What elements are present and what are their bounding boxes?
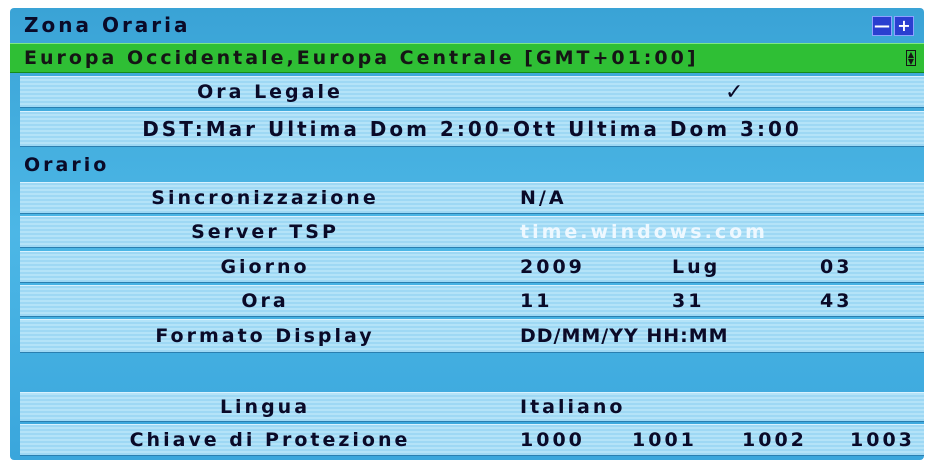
timezone-value: Europa Occidentale,Europa Centrale [GMT+… (24, 47, 699, 69)
timezone-header: Zona Oraria — + (10, 8, 924, 42)
sync-label: Sincronizzazione (151, 187, 379, 209)
timezone-title: Zona Oraria (24, 13, 191, 37)
timezone-select[interactable]: Europa Occidentale,Europa Centrale [GMT+… (10, 43, 924, 73)
day-value[interactable]: 03 (820, 256, 852, 278)
sync-value[interactable]: N/A (520, 187, 567, 209)
time-row[interactable]: Ora 11 31 43 (20, 285, 924, 317)
format-value[interactable]: DD/MM/YY HH:MM (520, 325, 729, 347)
server-row[interactable]: Server TSP time.windows.com (20, 216, 924, 248)
date-label: Giorno (220, 256, 310, 278)
clock-section-title: Orario (24, 154, 110, 176)
protection-key-2[interactable]: 1001 (632, 429, 697, 451)
clock-section: Orario (10, 151, 924, 179)
protection-key-1[interactable]: 1000 (520, 429, 585, 451)
dst-checkbox[interactable]: ✓ (725, 80, 746, 105)
language-value[interactable]: Italiano (520, 396, 625, 418)
dst-rule: DST:Mar Ultima Dom 2:00-Ott Ultima Dom 3… (142, 117, 802, 141)
minute-value[interactable]: 31 (672, 290, 704, 312)
month-value[interactable]: Lug (672, 256, 720, 278)
format-label: Formato Display (155, 325, 375, 347)
protection-label: Chiave di Protezione (129, 429, 411, 451)
protection-row[interactable]: Chiave di Protezione 1000 1001 1002 1003 (20, 424, 924, 456)
dst-row[interactable]: Ora Legale ✓ (20, 76, 924, 108)
window-controls: — + (872, 16, 914, 36)
hour-value[interactable]: 11 (520, 290, 552, 312)
time-settings-screen: Zona Oraria — + Europa Occidentale,Europ… (10, 8, 924, 460)
maximize-button[interactable]: + (894, 16, 914, 36)
time-label: Ora (241, 290, 289, 312)
protection-key-4[interactable]: 1003 (850, 429, 915, 451)
scroll-icon[interactable]: ▲ ▼ (906, 50, 916, 66)
protection-key-3[interactable]: 1002 (742, 429, 807, 451)
sync-row[interactable]: Sincronizzazione N/A (20, 182, 924, 214)
language-label: Lingua (219, 396, 311, 418)
dst-rule-row[interactable]: DST:Mar Ultima Dom 2:00-Ott Ultima Dom 3… (20, 111, 924, 147)
server-value[interactable]: time.windows.com (520, 221, 768, 243)
year-value[interactable]: 2009 (520, 256, 585, 278)
minimize-button[interactable]: — (872, 16, 892, 36)
dst-label: Ora Legale (197, 81, 343, 103)
language-row[interactable]: Lingua Italiano (20, 392, 924, 422)
date-row[interactable]: Giorno 2009 Lug 03 (20, 251, 924, 283)
server-label: Server TSP (191, 221, 339, 243)
second-value[interactable]: 43 (820, 290, 852, 312)
format-row[interactable]: Formato Display DD/MM/YY HH:MM (20, 319, 924, 353)
